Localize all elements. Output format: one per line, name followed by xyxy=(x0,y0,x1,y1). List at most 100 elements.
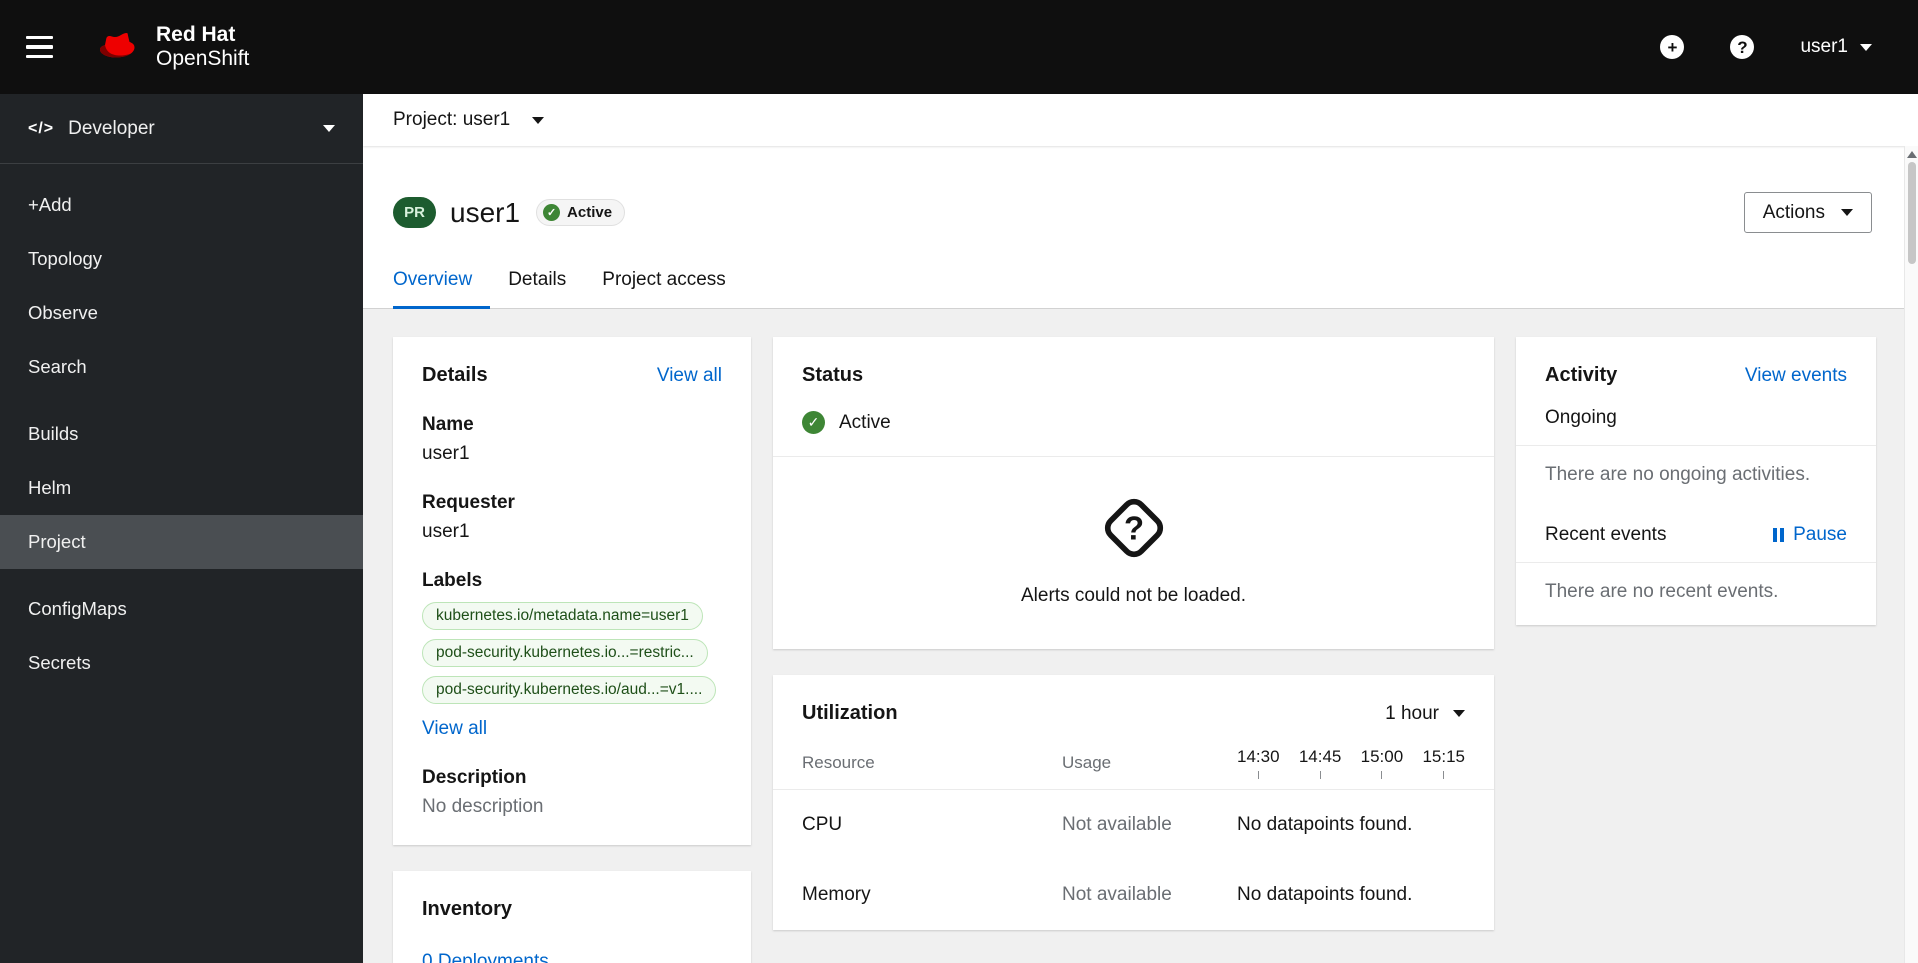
sidebar-item-configmaps[interactable]: ConfigMaps xyxy=(0,582,363,636)
redhat-logo xyxy=(100,33,135,58)
details-card: Details View all Name user1 Requester us… xyxy=(393,337,751,845)
utilization-card: Utilization 1 hour Resource Usage 14:30 … xyxy=(773,675,1494,930)
main-content: Project: user1 PR user1 ✓ Active Actions xyxy=(363,94,1918,963)
svg-text:?: ? xyxy=(1123,509,1143,546)
labels-list: kubernetes.io/metadata.name=user1 pod-se… xyxy=(422,602,722,704)
page-title: user1 xyxy=(450,196,521,228)
tab-project-access[interactable]: Project access xyxy=(584,269,744,309)
scrollbar-thumb[interactable] xyxy=(1907,162,1916,264)
actions-button-label: Actions xyxy=(1762,201,1825,223)
inventory-card: Inventory 0 Deployments xyxy=(393,871,751,963)
labels-label: Labels xyxy=(422,570,483,591)
recent-empty-message: There are no recent events. xyxy=(1545,581,1779,602)
perspective-label: Developer xyxy=(68,117,155,139)
label-pill[interactable]: pod-security.kubernetes.io...=restric... xyxy=(422,639,708,667)
requester-value: user1 xyxy=(422,521,470,542)
status-badge-label: Active xyxy=(567,204,613,221)
tab-details[interactable]: Details xyxy=(490,269,584,309)
name-value: user1 xyxy=(422,443,470,464)
caret-down-icon[interactable] xyxy=(532,116,545,124)
user-menu[interactable]: user1 xyxy=(1800,36,1872,58)
caret-down-icon xyxy=(1841,209,1853,216)
sidebar-nav: +Add Topology Observe Search Builds Helm… xyxy=(0,164,363,704)
resource-column-header: Resource xyxy=(802,753,875,772)
recent-events-label: Recent events xyxy=(1545,524,1667,545)
brand-line2: OpenShift xyxy=(156,47,250,70)
ongoing-empty-message: There are no ongoing activities. xyxy=(1545,464,1811,485)
sidebar-item-builds[interactable]: Builds xyxy=(0,407,363,461)
deployments-link[interactable]: 0 Deployments xyxy=(422,951,549,963)
utilization-row-memory: Memory Not available No datapoints found… xyxy=(773,860,1494,930)
actions-button[interactable]: Actions xyxy=(1743,192,1872,233)
time-axis: 14:30 14:45 15:00 15:15 xyxy=(1237,747,1465,779)
status-badge: ✓ Active xyxy=(536,199,626,226)
sidebar-item-project[interactable]: Project xyxy=(0,515,363,569)
time-label: 15:00 xyxy=(1360,747,1404,766)
code-icon: </> xyxy=(28,119,55,137)
openshift-console: Red Hat OpenShift + ? user1 </> Develope… xyxy=(0,0,1918,963)
caret-down-icon xyxy=(1860,43,1872,51)
brand-line1: Red Hat xyxy=(156,22,236,46)
redhat-openshift-logo: Red Hat OpenShift xyxy=(96,23,249,71)
sidebar-item-secrets[interactable]: Secrets xyxy=(0,636,363,690)
activity-card: Activity View events Ongoing There are n… xyxy=(1516,337,1876,625)
caret-down-icon xyxy=(323,125,335,132)
sidebar-item-topology[interactable]: Topology xyxy=(0,232,363,286)
dashboard-cards: Details View all Name user1 Requester us… xyxy=(363,309,1918,963)
sidebar-item-helm[interactable]: Helm xyxy=(0,461,363,515)
status-card: Status ✓ Active ? Alerts could not be lo… xyxy=(773,337,1494,649)
duration-value: 1 hour xyxy=(1385,702,1439,724)
resource-datapoints: No datapoints found. xyxy=(1237,814,1413,835)
requester-label: Requester xyxy=(422,492,515,513)
sidebar-item-observe[interactable]: Observe xyxy=(0,286,363,340)
time-label: 15:15 xyxy=(1422,747,1465,766)
resource-name: CPU xyxy=(802,814,843,835)
project-resource-badge: PR xyxy=(393,197,436,228)
utilization-card-title: Utilization xyxy=(802,702,898,724)
scrollbar[interactable] xyxy=(1904,146,1918,963)
time-label: 14:30 xyxy=(1237,747,1280,766)
labels-view-all-link[interactable]: View all xyxy=(422,718,487,740)
activity-card-title: Activity xyxy=(1545,364,1618,386)
details-card-title: Details xyxy=(422,364,488,386)
tab-overview[interactable]: Overview xyxy=(393,269,491,309)
status-active-label: Active xyxy=(839,411,891,433)
usage-column-header: Usage xyxy=(1062,753,1112,772)
sidebar-item-add[interactable]: +Add xyxy=(0,178,363,232)
ongoing-section-label: Ongoing xyxy=(1545,407,1617,428)
name-label: Name xyxy=(422,414,474,435)
sidebar: </> Developer +Add Topology Observe Sear… xyxy=(0,94,363,963)
time-label: 14:45 xyxy=(1298,747,1342,766)
scrollbar-up-arrow[interactable] xyxy=(1906,151,1917,158)
unknown-alerts-icon: ? xyxy=(1104,498,1163,558)
resource-name: Memory xyxy=(802,884,871,905)
masthead: Red Hat OpenShift + ? user1 xyxy=(0,0,1918,94)
duration-select[interactable]: 1 hour xyxy=(1385,703,1465,725)
project-selector[interactable]: Project: user1 xyxy=(393,109,510,131)
description-label: Description xyxy=(422,767,527,788)
sidebar-item-search[interactable]: Search xyxy=(0,340,363,394)
perspective-switcher[interactable]: </> Developer xyxy=(0,94,363,164)
inventory-card-title: Inventory xyxy=(422,898,513,920)
alerts-empty-message: Alerts could not be loaded. xyxy=(1021,585,1246,606)
help-icon[interactable]: ? xyxy=(1730,35,1755,59)
resource-usage: Not available xyxy=(1062,884,1172,905)
description-value: No description xyxy=(422,796,544,817)
hamburger-menu-icon[interactable] xyxy=(26,24,72,70)
details-view-all-link[interactable]: View all xyxy=(657,365,722,387)
scroll-region: PR user1 ✓ Active Actions Overview Detai… xyxy=(363,146,1918,963)
project-selector-bar: Project: user1 xyxy=(363,94,1918,146)
pause-button[interactable]: Pause xyxy=(1773,524,1847,546)
pause-button-label: Pause xyxy=(1793,524,1847,545)
check-circle-icon: ✓ xyxy=(543,204,561,221)
quick-create-plus-icon[interactable]: + xyxy=(1660,35,1685,59)
view-events-link[interactable]: View events xyxy=(1745,365,1847,387)
status-card-title: Status xyxy=(802,364,864,386)
resource-usage: Not available xyxy=(1062,814,1172,835)
resource-datapoints: No datapoints found. xyxy=(1237,884,1413,905)
label-pill[interactable]: kubernetes.io/metadata.name=user1 xyxy=(422,602,703,630)
check-circle-icon: ✓ xyxy=(802,411,825,434)
utilization-row-cpu: CPU Not available No datapoints found. xyxy=(773,790,1494,860)
caret-down-icon xyxy=(1453,710,1465,717)
label-pill[interactable]: pod-security.kubernetes.io/aud...=v1.... xyxy=(422,676,717,704)
